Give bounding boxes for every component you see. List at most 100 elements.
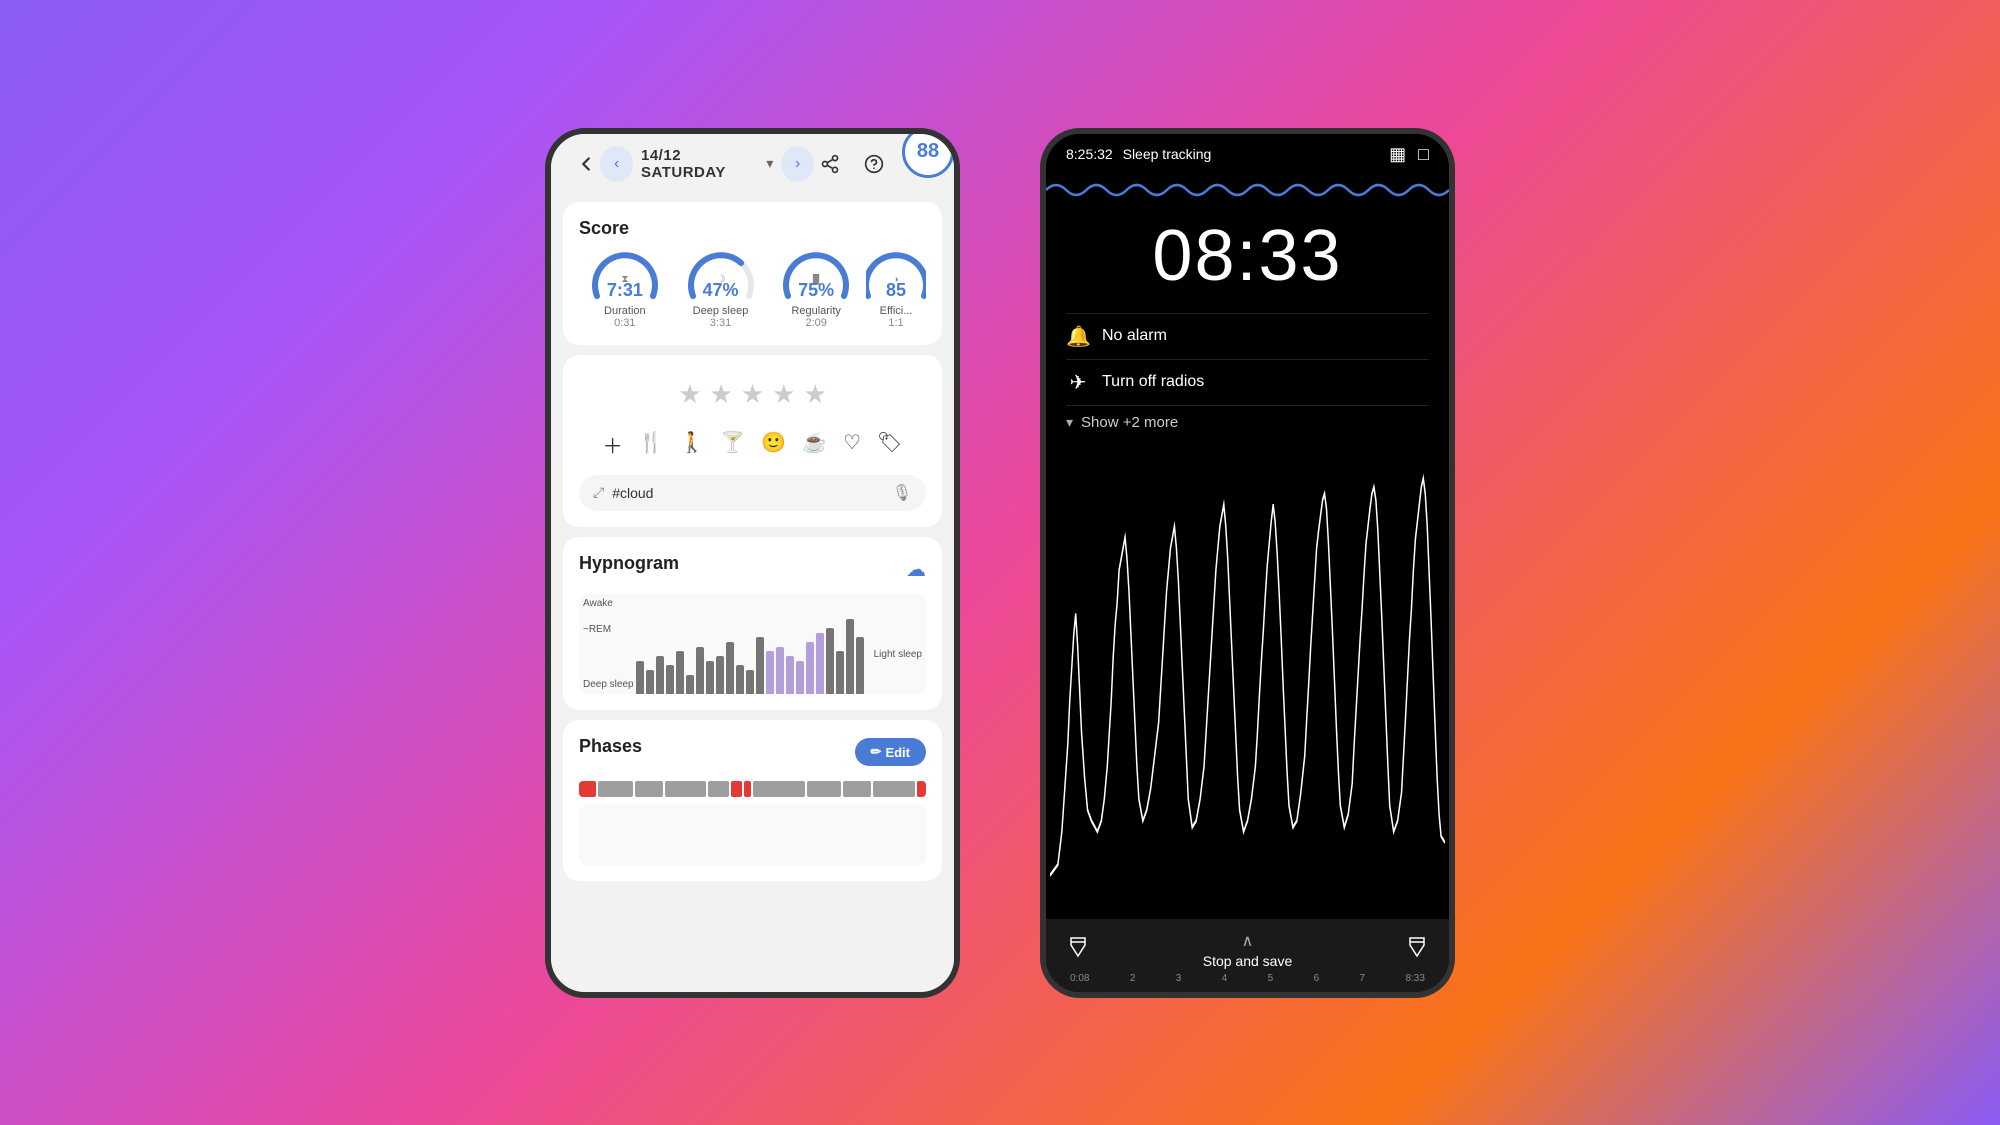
- tag-input-row[interactable]: ⤢ 🎙: [579, 475, 926, 511]
- star-4[interactable]: ★: [772, 379, 795, 410]
- efficiency-arc: ◑ 85: [866, 251, 926, 301]
- time-mark-6: 6: [1314, 973, 1320, 984]
- date-navigation: ‹ 14/12 SATURDAY ▾ ›: [600, 146, 814, 182]
- airplane-icon: ✈: [1066, 370, 1090, 395]
- edit-icon: ✏: [871, 744, 882, 760]
- date-dropdown-icon[interactable]: ▾: [766, 155, 773, 172]
- time-mark-3: 3: [1176, 973, 1182, 984]
- phases-bar: [579, 781, 926, 797]
- coffee-icon[interactable]: ☕: [802, 430, 827, 459]
- time-mark-end: 8:33: [1405, 973, 1424, 984]
- metric-duration: ⧗ 7:31 Duration 0:31: [579, 251, 671, 329]
- bell-icon: 🔔: [1066, 324, 1090, 349]
- turn-off-radios-text: Turn off radios: [1102, 373, 1204, 391]
- mic-icon[interactable]: 🎙: [892, 483, 912, 503]
- hypnogram-header: Hypnogram ☁: [579, 553, 926, 586]
- left-phone: ‹ 14/12 SATURDAY ▾ › ⋮: [545, 128, 960, 998]
- status-icons: ▦ □: [1389, 144, 1429, 165]
- efficiency-value: 85: [866, 280, 926, 301]
- stop-save-label[interactable]: Stop and save: [1203, 953, 1293, 969]
- grid-icon[interactable]: ▦: [1389, 144, 1406, 165]
- wave-svg: [1046, 175, 1449, 205]
- regularity-value: 75%: [776, 280, 856, 301]
- duration-value: 7:31: [585, 280, 665, 301]
- star-1[interactable]: ★: [678, 379, 701, 410]
- hypnogram-title: Hypnogram: [579, 553, 679, 574]
- heart-icon[interactable]: ♡: [843, 430, 861, 459]
- star-rating[interactable]: ★ ★ ★ ★ ★: [579, 371, 926, 422]
- phases-chart-area: [579, 805, 926, 865]
- ecg-chart: [1046, 439, 1449, 919]
- edit-button[interactable]: ✏ Edit: [855, 738, 926, 766]
- tag-icon[interactable]: 🏷: [877, 430, 902, 459]
- regularity-sublabel: 2:09: [805, 317, 826, 329]
- status-title: Sleep tracking: [1123, 146, 1212, 162]
- deep-sleep-sublabel: 3:31: [710, 317, 731, 329]
- time-mark-0: 0:08: [1070, 973, 1089, 984]
- rating-card: ★ ★ ★ ★ ★ ＋ 🍴 🚶 🍸 🙂 ☕ ♡ 🏷 ⤢: [563, 355, 942, 527]
- notification-no-alarm: 🔔 No alarm: [1066, 313, 1429, 359]
- efficiency-sublabel: 1:1: [888, 317, 903, 329]
- duration-arc-svg: ⧗: [585, 236, 665, 316]
- hypnogram-card: Hypnogram ☁ Awake ~REM Light sleep Deep …: [563, 537, 942, 710]
- score-card: Score 88 ⧗ 7:31: [563, 202, 942, 345]
- expand-icon[interactable]: ⤢: [593, 484, 604, 501]
- star-3[interactable]: ★: [741, 379, 764, 410]
- metrics-row: ⧗ 7:31 Duration 0:31 ☽: [579, 251, 926, 329]
- show-more-row[interactable]: ▾ Show +2 more: [1066, 405, 1429, 439]
- stop-save-button[interactable]: ∧ Stop and save: [1203, 931, 1293, 969]
- big-time: 08:33: [1046, 205, 1449, 305]
- phases-header: Phases ✏ Edit: [579, 736, 926, 769]
- duration-arc: ⧗ 7:31: [585, 251, 665, 301]
- screens-container: ‹ 14/12 SATURDAY ▾ › ⋮: [0, 0, 2000, 1125]
- prev-date-button[interactable]: ‹: [600, 146, 633, 182]
- window-icon[interactable]: □: [1418, 144, 1429, 165]
- top-bar: ‹ 14/12 SATURDAY ▾ › ⋮: [551, 134, 954, 194]
- phases-title: Phases: [579, 736, 642, 757]
- date-label[interactable]: 14/12 SATURDAY: [641, 147, 758, 181]
- edit-label: Edit: [885, 745, 910, 760]
- flashlight-right-icon[interactable]: [1405, 935, 1429, 965]
- sleep-status-text: 8:25:32 Sleep tracking: [1066, 146, 1211, 162]
- time-mark-4: 4: [1222, 973, 1228, 984]
- deep-sleep-value: 47%: [681, 280, 761, 301]
- tag-input[interactable]: [612, 485, 883, 501]
- expand-down-icon: ▾: [1066, 414, 1073, 431]
- star-2[interactable]: ★: [710, 379, 733, 410]
- add-icon[interactable]: ＋: [603, 430, 623, 459]
- notification-list: 🔔 No alarm ✈ Turn off radios ▾ Show +2 m…: [1046, 305, 1449, 439]
- star-5[interactable]: ★: [803, 379, 826, 410]
- bottom-controls: ∧ Stop and save: [1066, 931, 1429, 969]
- deep-sleep-arc: ☽ 47%: [681, 251, 761, 301]
- stop-save-arrow-icon: ∧: [1242, 931, 1254, 951]
- back-button[interactable]: [571, 148, 600, 180]
- status-time: 8:25:32: [1066, 146, 1113, 162]
- duration-sublabel: 0:31: [614, 317, 635, 329]
- drink-icon[interactable]: 🍸: [720, 430, 745, 459]
- flashlight-left-icon[interactable]: [1066, 935, 1090, 965]
- sleep-status-bar: 8:25:32 Sleep tracking ▦ □: [1046, 134, 1449, 175]
- hyp-awake-label: Awake: [583, 598, 613, 609]
- time-axis: 0:08 2 3 4 5 6 7 8:33: [1066, 969, 1429, 984]
- hyp-deep-label: Deep sleep: [583, 679, 634, 690]
- mood-icon[interactable]: 🙂: [761, 430, 786, 459]
- activity-icons-row: ＋ 🍴 🚶 🍸 🙂 ☕ ♡ 🏷: [579, 422, 926, 467]
- metric-efficiency: ◑ 85 Effici... 1:1: [866, 251, 926, 329]
- hypnogram-cloud-icon[interactable]: ☁: [906, 557, 926, 582]
- time-mark-5: 5: [1268, 973, 1274, 984]
- phone-content: Score 88 ⧗ 7:31: [551, 194, 954, 992]
- metric-regularity: ▐▌ 75% Regularity 2:09: [770, 251, 862, 329]
- help-button[interactable]: [858, 148, 890, 180]
- share-button[interactable]: [814, 148, 846, 180]
- deep-sleep-arc-svg: ☽: [681, 236, 761, 316]
- hyp-rem-label: ~REM: [583, 624, 611, 635]
- sleep-wave: [1046, 175, 1449, 205]
- next-date-button[interactable]: ›: [781, 146, 814, 182]
- food-icon[interactable]: 🍴: [639, 430, 664, 459]
- regularity-arc: ▐▌ 75%: [776, 251, 856, 301]
- walk-icon[interactable]: 🚶: [679, 430, 704, 459]
- regularity-arc-svg: ▐▌: [776, 236, 856, 316]
- show-more-text[interactable]: Show +2 more: [1081, 414, 1178, 431]
- right-phone: 8:25:32 Sleep tracking ▦ □ 08:33 🔔 No al…: [1040, 128, 1455, 998]
- no-alarm-text: No alarm: [1102, 327, 1167, 345]
